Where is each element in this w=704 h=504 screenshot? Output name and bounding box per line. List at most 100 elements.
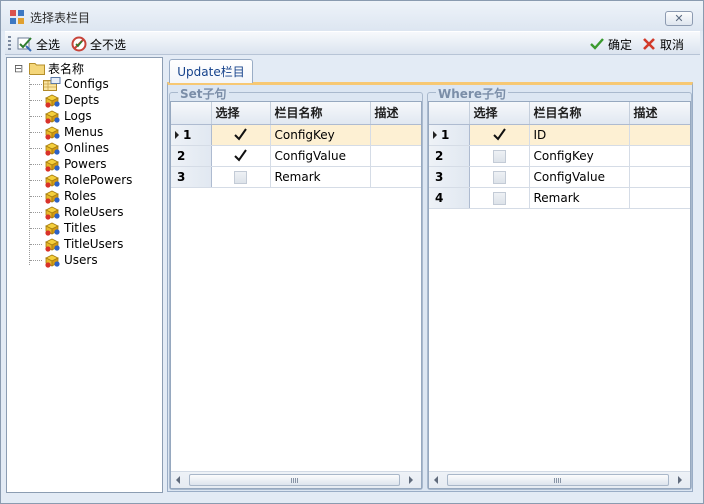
grid-row[interactable]: 2 ConfigKey xyxy=(429,145,690,167)
row-header[interactable]: 3 xyxy=(429,166,470,188)
tab-update-columns[interactable]: Update栏目 xyxy=(169,59,253,83)
checkmark-icon xyxy=(590,38,604,50)
scroll-thumb[interactable] xyxy=(447,474,669,486)
tree-item[interactable]: Configs xyxy=(43,76,109,92)
row-header[interactable]: 2 xyxy=(171,145,212,167)
tree-item[interactable]: Onlines xyxy=(43,140,109,156)
col-header-select[interactable]: 选择 xyxy=(211,102,271,125)
checkbox-unchecked[interactable] xyxy=(492,191,506,205)
row-number: 1 xyxy=(183,127,192,142)
select-all-button[interactable]: 全选 xyxy=(17,35,60,53)
close-button[interactable]: ✕ xyxy=(665,11,693,26)
select-cell xyxy=(469,124,530,146)
col-header-description[interactable]: 描述 xyxy=(629,102,690,125)
tree-guide-line xyxy=(30,116,42,117)
current-row-pointer-icon xyxy=(175,131,179,139)
tree-guide-line xyxy=(30,212,42,213)
scroll-thumb[interactable] xyxy=(189,474,400,486)
deselect-all-button[interactable]: 全不选 xyxy=(71,35,126,53)
select-all-icon xyxy=(17,37,32,52)
description-cell[interactable] xyxy=(370,145,421,167)
checkbox-checked[interactable] xyxy=(234,127,247,142)
tree-item[interactable]: Users xyxy=(43,252,98,268)
tree-guide-line xyxy=(29,74,30,265)
row-header[interactable]: 4 xyxy=(429,187,470,209)
table-config-icon xyxy=(43,76,61,91)
scroll-right-icon[interactable] xyxy=(678,476,682,484)
tree-item[interactable]: Roles xyxy=(43,188,96,204)
tree-item[interactable]: RoleUsers xyxy=(43,204,123,220)
column-name-cell[interactable]: ConfigValue xyxy=(529,166,630,188)
column-name-cell[interactable]: ID xyxy=(529,124,630,146)
col-header-description[interactable]: 描述 xyxy=(370,102,421,125)
set-horizontal-scrollbar[interactable] xyxy=(171,471,421,488)
tree-item[interactable]: RolePowers xyxy=(43,172,132,188)
description-cell[interactable] xyxy=(629,166,690,188)
tree-guide-line xyxy=(30,228,42,229)
checkbox-checked[interactable] xyxy=(492,127,506,142)
grid-row[interactable]: 3 ConfigValue xyxy=(429,166,690,188)
ok-button[interactable]: 确定 xyxy=(589,35,632,53)
row-header[interactable]: 2 xyxy=(429,145,470,167)
checkbox-unchecked[interactable] xyxy=(492,170,506,184)
table-icon xyxy=(45,110,60,124)
tab-control: Update栏目 Set子句 选择 栏目名称 描述 1 ConfigKey 2 Con… xyxy=(167,57,694,493)
col-header-column-name[interactable]: 栏目名称 xyxy=(270,102,371,125)
tree-item[interactable]: Logs xyxy=(43,108,92,124)
col-header-column-name[interactable]: 栏目名称 xyxy=(529,102,630,125)
checkbox-checked[interactable] xyxy=(234,148,247,163)
column-name-cell[interactable]: Remark xyxy=(529,187,630,209)
description-cell[interactable] xyxy=(629,187,690,209)
column-name-cell[interactable]: Remark xyxy=(270,166,371,188)
select-cell xyxy=(469,166,530,188)
table-icon xyxy=(45,94,60,108)
tree-item[interactable]: Powers xyxy=(43,156,107,172)
where-clause-group: Where子句 选择 栏目名称 描述 1 ID 2 ConfigKey 3 ConfigV… xyxy=(427,85,692,490)
checkbox-unchecked[interactable] xyxy=(492,149,506,163)
column-name-cell[interactable]: ConfigKey xyxy=(529,145,630,167)
current-row-pointer-icon xyxy=(433,131,437,139)
collapse-icon[interactable]: ⊟ xyxy=(14,62,26,75)
column-name-cell[interactable]: ConfigValue xyxy=(270,145,371,167)
scroll-right-icon[interactable] xyxy=(409,476,413,484)
grid-row[interactable]: 1 ID xyxy=(429,124,690,146)
tree-root[interactable]: ⊟ 表名称 xyxy=(14,60,84,76)
col-header-select[interactable]: 选择 xyxy=(469,102,530,125)
row-header[interactable]: 1 xyxy=(429,124,470,146)
table-icon xyxy=(45,222,60,236)
scroll-left-icon[interactable] xyxy=(176,476,180,484)
select-cell xyxy=(211,124,271,146)
checkbox-unchecked[interactable] xyxy=(234,170,247,184)
column-name-cell[interactable]: ConfigKey xyxy=(270,124,371,146)
description-cell[interactable] xyxy=(370,124,421,146)
table-icon xyxy=(45,206,60,220)
tree-item[interactable]: TitleUsers xyxy=(43,236,123,252)
row-header[interactable]: 1 xyxy=(171,124,212,146)
tree-item[interactable]: Depts xyxy=(43,92,99,108)
description-cell[interactable] xyxy=(629,124,690,146)
close-icon: ✕ xyxy=(674,12,684,25)
table-icon xyxy=(45,238,60,252)
grid-row[interactable]: 3 Remark xyxy=(171,166,421,188)
description-cell[interactable] xyxy=(629,145,690,167)
grid-row[interactable]: 2 ConfigValue xyxy=(171,145,421,167)
grid-row[interactable]: 1 ConfigKey xyxy=(171,124,421,146)
where-horizontal-scrollbar[interactable] xyxy=(429,471,690,488)
where-clause-grid[interactable]: 选择 栏目名称 描述 1 ID 2 ConfigKey 3 ConfigValue 4 Rem… xyxy=(428,101,691,489)
table-tree[interactable]: ⊟ 表名称 Configs Depts Logs Menus Onlines Powers… xyxy=(6,57,163,493)
row-header[interactable]: 3 xyxy=(171,166,212,188)
grid-row[interactable]: 4 Remark xyxy=(429,187,690,209)
folder-icon xyxy=(29,63,45,75)
cancel-button[interactable]: 取消 xyxy=(641,35,684,53)
tree-item[interactable]: Titles xyxy=(43,220,96,236)
tree-item[interactable]: Menus xyxy=(43,124,103,140)
title-bar: 选择表栏目 ✕ xyxy=(1,1,703,31)
scroll-left-icon[interactable] xyxy=(434,476,438,484)
tree-item-label: Menus xyxy=(64,125,104,139)
toolbar-grip-icon[interactable] xyxy=(8,36,11,51)
tree-item-label: Titles xyxy=(64,221,96,235)
description-cell[interactable] xyxy=(370,166,421,188)
table-icon xyxy=(45,254,60,268)
cancel-x-icon xyxy=(643,38,655,50)
set-clause-grid[interactable]: 选择 栏目名称 描述 1 ConfigKey 2 ConfigValue 3 Remark xyxy=(170,101,422,489)
